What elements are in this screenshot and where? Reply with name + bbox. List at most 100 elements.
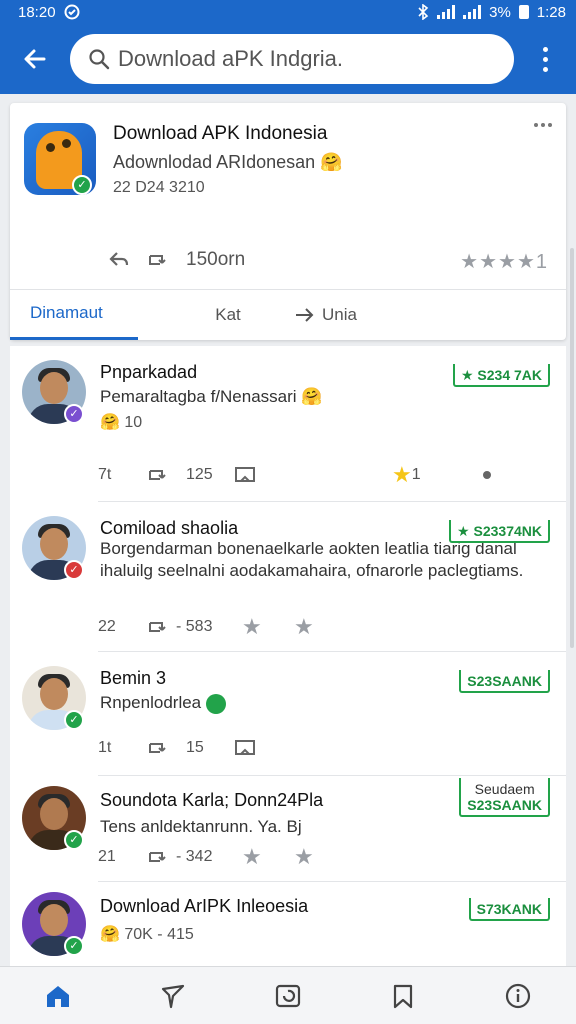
star-icon[interactable]: ★ — [242, 614, 294, 640]
verified-badge-icon: ✓ — [64, 830, 84, 850]
reply-count[interactable]: 1t — [98, 739, 146, 757]
post-author: Comiload shaolia — [100, 518, 239, 538]
repost-icon[interactable] — [146, 738, 170, 758]
post-author: Soundota Karla; Donn24Pla — [100, 790, 324, 810]
comment-icon[interactable] — [234, 738, 256, 758]
status-badge[interactable]: S23SAANK — [459, 670, 550, 693]
status-time-right: 1:28 — [536, 3, 566, 21]
post-actions: 1t 15 — [98, 738, 256, 758]
list-item[interactable]: ✓ Soundota Karla; Donn24Pla Tens anldekt… — [10, 776, 566, 882]
post-meta: 🤗 70K - 415 — [100, 924, 194, 944]
star-count: 1 — [411, 466, 421, 483]
scrollbar[interactable] — [570, 248, 574, 648]
post-text-content: Rnpenlodrlea — [100, 693, 202, 712]
status-badge[interactable]: ★ S23374NK — [449, 520, 550, 543]
back-button[interactable] — [0, 24, 70, 94]
verified-check-icon: ✓ — [72, 175, 92, 195]
bluetooth-icon — [418, 4, 429, 20]
nav-home[interactable] — [28, 967, 88, 1024]
verified-badge-icon: ✓ — [64, 936, 84, 956]
search-input[interactable] — [118, 46, 478, 72]
bookmark-icon — [394, 984, 413, 1008]
repost-icon[interactable] — [146, 250, 170, 270]
star-icon[interactable]: ★ — [294, 614, 314, 640]
post-text: Pemaraltagba f/Nenassari 🤗 — [100, 386, 550, 408]
verified-badge-icon: ✓ — [64, 404, 84, 424]
more-options-button[interactable] — [534, 123, 552, 127]
status-time: 18:20 — [18, 3, 56, 21]
battery-percent: 3% — [489, 3, 511, 21]
list-item[interactable]: ✓ Comiload shaolia Borgendarman bonenael… — [10, 502, 566, 652]
status-badge[interactable]: ★ S234 7AK — [452, 364, 550, 387]
overflow-menu-button[interactable] — [514, 24, 576, 94]
nav-info[interactable] — [488, 967, 548, 1024]
emoji-icon: 🤗 — [100, 926, 120, 943]
badge-label: S23SAANK — [467, 797, 542, 813]
app-subtitle-text: Adownlodad ARIdonesan — [113, 152, 316, 172]
post-author: Bemin 3 — [100, 668, 167, 688]
search-icon — [89, 49, 110, 70]
nav-bookmark[interactable] — [373, 967, 433, 1024]
repost-icon[interactable] — [146, 465, 170, 485]
tab-kat[interactable]: Kat — [138, 290, 288, 340]
app-subtitle: Adownlodad ARIdonesan 🤗 — [113, 152, 343, 173]
list-item[interactable]: ✓ Bemin 3 Rnpenlodrlea 1t 15 S23SAANK — [10, 652, 566, 776]
repost-count: 125 — [186, 466, 213, 483]
app-title: Download APK Indonesia — [113, 123, 328, 144]
tab-bar: Dinamaut Kat Unia — [10, 289, 566, 340]
reply-count[interactable]: 21 — [98, 848, 146, 866]
dot-icon — [482, 471, 491, 479]
comment-icon[interactable] — [234, 465, 256, 485]
repost-icon[interactable] — [146, 617, 170, 637]
info-icon — [506, 983, 531, 1008]
nav-explore[interactable] — [143, 967, 203, 1024]
verified-badge-icon: ✓ — [64, 560, 84, 580]
explore-icon — [161, 984, 184, 1008]
tab-unia[interactable]: Unia — [288, 290, 408, 340]
arrow-left-icon — [24, 49, 46, 69]
rating: ★★★★1 — [460, 249, 548, 274]
list-item[interactable]: ✓ Download ArIPK Inleoesia 🤗 70K - 415 S… — [10, 882, 566, 966]
tab-dinamaut[interactable]: Dinamaut — [10, 290, 138, 340]
status-badge[interactable]: S73KANK — [468, 898, 550, 921]
notification-icon — [64, 4, 80, 20]
star-icon[interactable]: ★ — [294, 844, 314, 870]
header-actions: 150orn — [108, 249, 245, 271]
cell-signal-icon — [463, 5, 482, 19]
tab-label: Unia — [322, 304, 357, 324]
emoji-icon: 🤗 — [100, 414, 120, 431]
reply-icon[interactable] — [108, 250, 130, 270]
status-badge[interactable]: Seudaem S23SAANK — [459, 778, 550, 817]
rating-stars: ★★★★ — [460, 251, 536, 273]
verified-badge-icon: ✓ — [64, 710, 84, 730]
emoji-icon: 🤗 — [301, 387, 323, 406]
post-actions: 21 - 342 ★ ★ — [98, 844, 314, 870]
reply-count[interactable]: 22 — [98, 618, 146, 636]
app-date: 22 D24 3210 — [113, 179, 205, 196]
post-author: Pnparkadad — [100, 362, 198, 382]
repost-count: 15 — [186, 739, 204, 756]
bottom-nav — [0, 966, 576, 1024]
post-text: Rnpenlodrlea — [100, 692, 550, 714]
star-icon[interactable]: ★ — [392, 462, 412, 488]
post-meta: 🤗 10 — [100, 412, 142, 432]
search-bar[interactable] — [70, 34, 514, 84]
reply-count[interactable]: 7t — [98, 466, 146, 484]
list-item[interactable]: ✓ Pnparkadad Pemaraltagba f/Nenassari 🤗 … — [10, 346, 566, 502]
shield-icon — [205, 693, 226, 714]
badge-note: Seudaem — [474, 781, 535, 797]
app-bar — [0, 24, 576, 94]
nav-library[interactable] — [258, 967, 318, 1024]
repost-icon[interactable] — [146, 847, 170, 867]
status-bar: 18:20 3% 1:28 — [0, 0, 576, 24]
tab-label: Kat — [215, 304, 241, 324]
home-icon — [46, 985, 69, 1007]
post-meta-count: 70K - 415 — [124, 926, 194, 943]
post-text: Borgendarman bonenaelkarle aokten leatli… — [100, 539, 524, 580]
wifi-signal-icon — [437, 5, 456, 19]
post-actions: 22 - 583 ★ ★ — [98, 614, 314, 640]
star-icon[interactable]: ★ — [242, 844, 294, 870]
arrow-right-icon — [296, 307, 314, 322]
badge-label: S73KANK — [476, 901, 542, 917]
post-author: Download ArIPK Inleoesia — [100, 896, 309, 916]
